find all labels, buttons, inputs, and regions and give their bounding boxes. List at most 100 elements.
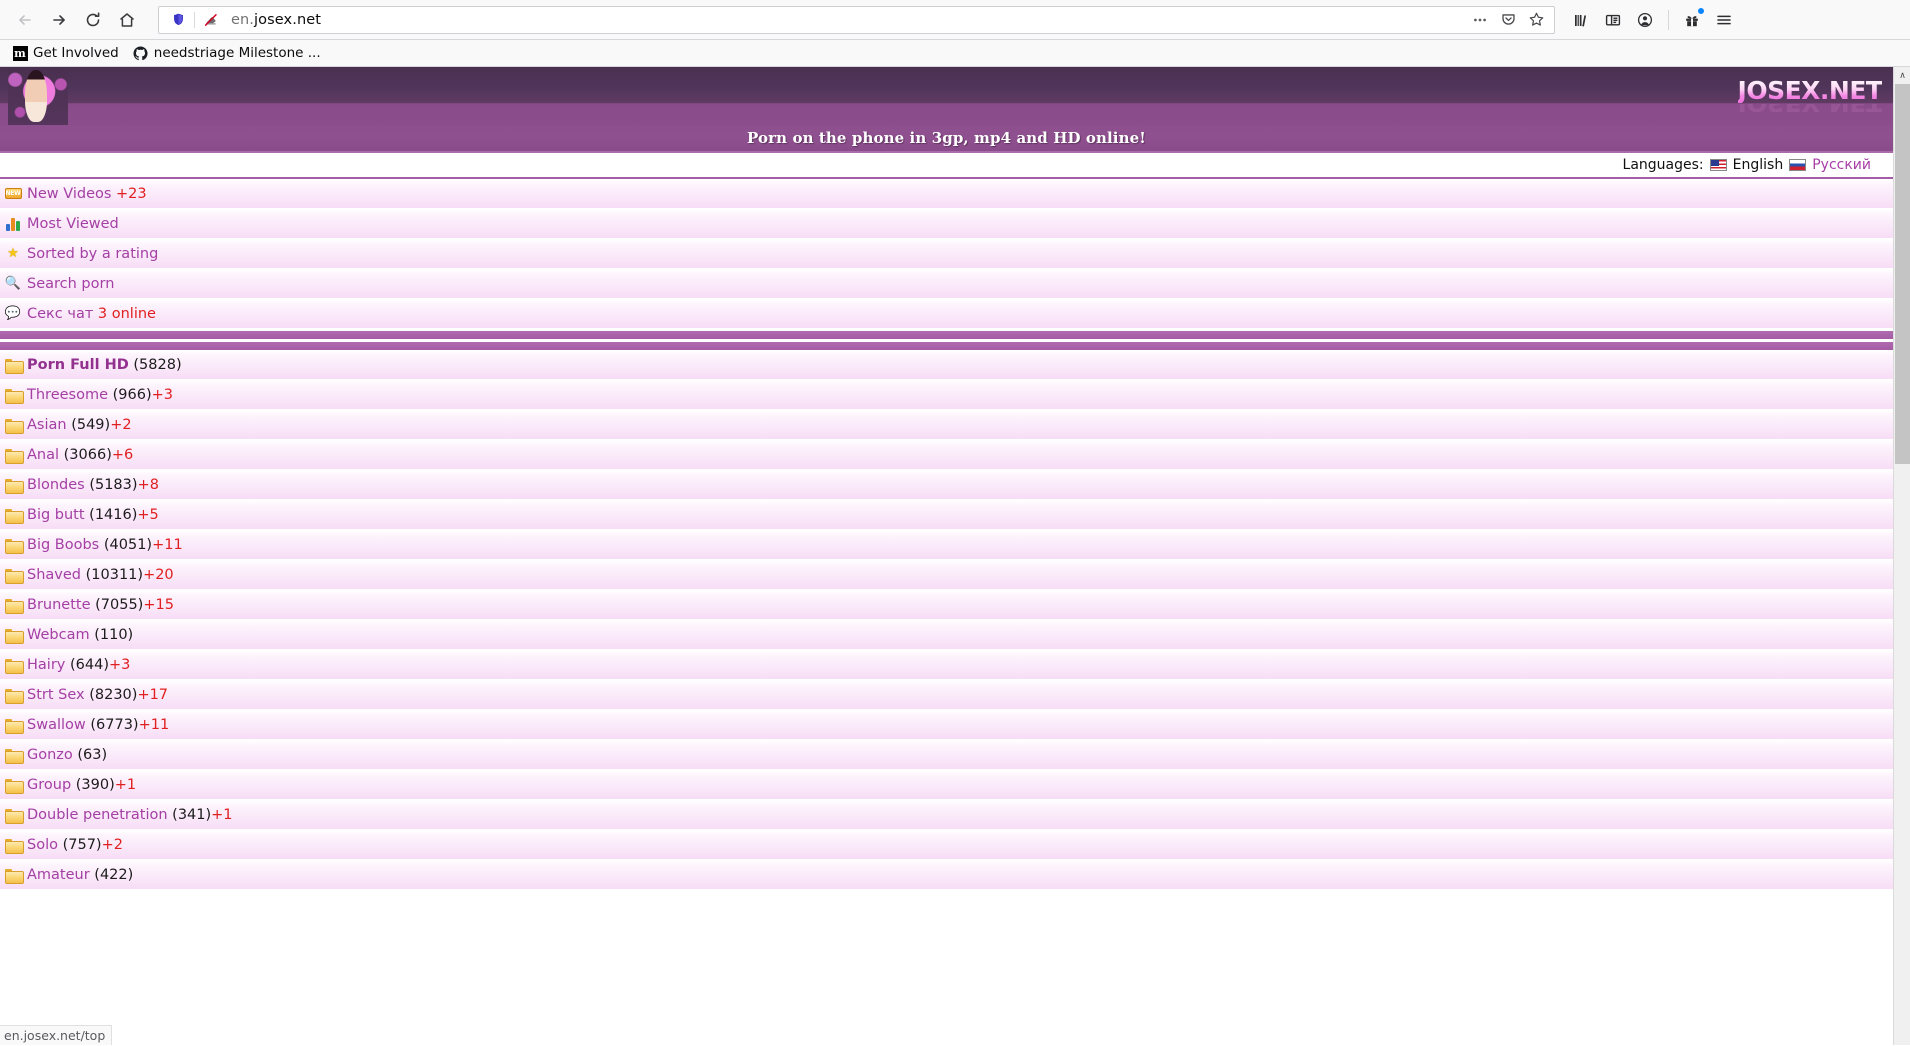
bookmark-get-involved[interactable]: m Get Involved bbox=[6, 43, 125, 63]
nav-item-most-viewed[interactable]: Most Viewed bbox=[0, 209, 1893, 239]
category-row[interactable]: Double penetration (341) +1 bbox=[0, 800, 1893, 830]
category-row[interactable]: Big Boobs (4051) +11 bbox=[0, 530, 1893, 560]
status-bar: en.josex.net/top bbox=[0, 1025, 113, 1045]
site-logo-text: JOSEX.NET bbox=[1737, 75, 1883, 105]
scrollbar-thumb[interactable] bbox=[1895, 84, 1910, 464]
urlbar-identity-icons bbox=[165, 8, 224, 32]
toolbar-right-buttons bbox=[1563, 3, 1740, 37]
tracking-protection-shield-icon[interactable] bbox=[165, 8, 191, 32]
category-row[interactable]: Amateur (422) bbox=[0, 860, 1893, 890]
forward-button[interactable] bbox=[42, 3, 76, 37]
category-count: (422) bbox=[94, 866, 134, 883]
url-rest: josex.net bbox=[254, 11, 322, 28]
back-button[interactable] bbox=[8, 3, 42, 37]
category-count: (6773) bbox=[90, 716, 139, 733]
nav-label: Sorted by a rating bbox=[27, 245, 159, 262]
category-new-count: +11 bbox=[138, 716, 170, 733]
home-button[interactable] bbox=[110, 3, 144, 37]
category-count: (7055) bbox=[95, 596, 144, 613]
category-count: (63) bbox=[77, 746, 108, 763]
category-row[interactable]: Shaved (10311) +20 bbox=[0, 560, 1893, 590]
toolbar-divider bbox=[1668, 9, 1669, 30]
category-count: (4051) bbox=[103, 536, 153, 553]
category-row[interactable]: Brunette (7055) +15 bbox=[0, 590, 1893, 620]
category-name: Gonzo bbox=[27, 746, 73, 763]
language-option-russian[interactable]: Русский bbox=[1812, 157, 1871, 173]
account-icon[interactable] bbox=[1629, 3, 1661, 37]
category-count: (10311) bbox=[85, 566, 144, 583]
language-option-english[interactable]: English bbox=[1733, 157, 1784, 173]
bookmark-star-icon[interactable] bbox=[1522, 7, 1550, 33]
nav-label: Most Viewed bbox=[27, 215, 119, 232]
category-row[interactable]: Porn Full HD (5828) bbox=[0, 350, 1893, 380]
folder-icon bbox=[4, 536, 24, 554]
bookmark-needstriage-milestone[interactable]: needstriage Milestone ... bbox=[127, 43, 327, 63]
category-name: Big butt bbox=[27, 506, 85, 523]
nav-label: New Videos bbox=[27, 185, 112, 202]
scrollbar-up-arrow[interactable]: ∧ bbox=[1894, 67, 1910, 84]
connection-not-secure-icon[interactable] bbox=[198, 8, 224, 32]
category-row[interactable]: Anal (3066) +6 bbox=[0, 440, 1893, 470]
category-row[interactable]: Webcam (110) bbox=[0, 620, 1893, 650]
nav-item-sorted-by-rating[interactable]: ★ Sorted by a rating bbox=[0, 239, 1893, 269]
divider-bar-bottom bbox=[0, 342, 1893, 350]
page-scrollbar[interactable]: ∧ bbox=[1893, 67, 1910, 1045]
nav-item-search-porn[interactable]: 🔍 Search porn bbox=[0, 269, 1893, 299]
category-name: Blondes bbox=[27, 476, 85, 493]
folder-icon bbox=[4, 476, 24, 494]
category-count: (3066) bbox=[63, 446, 112, 463]
url-text[interactable]: en.josex.net bbox=[224, 12, 1466, 28]
folder-icon bbox=[4, 716, 24, 734]
category-new-count: +2 bbox=[101, 836, 123, 853]
category-name: Big Boobs bbox=[27, 536, 100, 553]
site-tagline-bar: Porn on the phone in 3gp, mp4 and HD onl… bbox=[0, 125, 1893, 153]
folder-icon bbox=[4, 356, 24, 374]
category-row[interactable]: Threesome (966) +3 bbox=[0, 380, 1893, 410]
category-row[interactable]: Blondes (5183) +8 bbox=[0, 470, 1893, 500]
category-name: Anal bbox=[27, 446, 60, 463]
category-new-count: +3 bbox=[108, 656, 131, 673]
chat-bubble-icon: 💬 bbox=[4, 306, 22, 321]
folder-icon bbox=[4, 506, 24, 524]
star-icon: ★ bbox=[7, 246, 19, 261]
category-row[interactable]: Big butt (1416) +5 bbox=[0, 500, 1893, 530]
ellipsis-icon[interactable] bbox=[1466, 7, 1494, 33]
category-new-count: +1 bbox=[211, 806, 233, 823]
site-logo[interactable]: JOSEX.NET JOSEX.NET bbox=[1737, 67, 1883, 125]
folder-icon bbox=[4, 386, 24, 404]
folder-icon bbox=[4, 596, 24, 614]
folder-icon bbox=[4, 566, 24, 584]
section-divider bbox=[0, 329, 1893, 350]
nav-item-sex-chat[interactable]: 💬 Секс чат 3 online bbox=[0, 299, 1893, 329]
category-row[interactable]: Asian (549) +2 bbox=[0, 410, 1893, 440]
browser-toolbar: en.josex.net bbox=[0, 0, 1910, 40]
category-row[interactable]: Gonzo (63) bbox=[0, 740, 1893, 770]
pocket-save-icon[interactable] bbox=[1494, 7, 1522, 33]
category-new-count: +5 bbox=[137, 506, 159, 523]
gift-icon[interactable] bbox=[1676, 3, 1708, 37]
sidebar-icon[interactable] bbox=[1597, 3, 1629, 37]
category-count: (966) bbox=[112, 386, 152, 403]
nav-badge: 3 online bbox=[97, 305, 156, 322]
folder-icon bbox=[4, 416, 24, 434]
category-row[interactable]: Swallow (6773) +11 bbox=[0, 710, 1893, 740]
status-bar-url: en.josex.net/top bbox=[4, 1028, 106, 1043]
category-row[interactable]: Strt Sex (8230) +17 bbox=[0, 680, 1893, 710]
category-new-count: +8 bbox=[137, 476, 159, 493]
hamburger-menu-icon[interactable] bbox=[1708, 3, 1740, 37]
folder-icon bbox=[4, 686, 24, 704]
nav-item-new-videos[interactable]: NEW New Videos +23 bbox=[0, 179, 1893, 209]
url-bar[interactable]: en.josex.net bbox=[158, 5, 1555, 34]
category-new-count: +15 bbox=[143, 596, 174, 613]
category-row[interactable]: Solo (757) +2 bbox=[0, 830, 1893, 860]
nav-badge: +23 bbox=[116, 185, 147, 202]
category-row[interactable]: Hairy (644) +3 bbox=[0, 650, 1893, 680]
urlbar-action-icons bbox=[1466, 7, 1550, 33]
library-icon[interactable] bbox=[1565, 3, 1597, 37]
category-row[interactable]: Group (390) +1 bbox=[0, 770, 1893, 800]
reload-button[interactable] bbox=[76, 3, 110, 37]
category-new-count: +1 bbox=[114, 776, 137, 793]
us-flag-icon bbox=[1709, 159, 1727, 171]
category-count: (110) bbox=[94, 626, 134, 643]
category-name: Threesome bbox=[27, 386, 109, 403]
